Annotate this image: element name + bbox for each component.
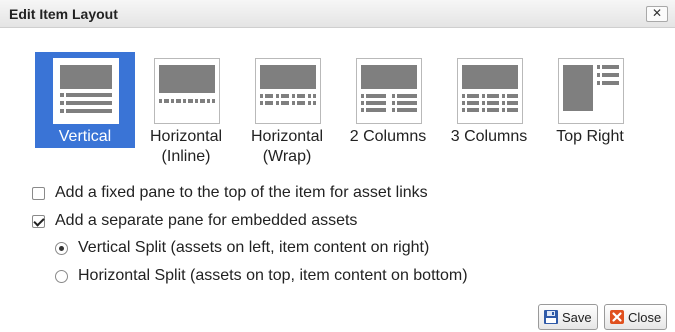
layout-option-two-columns[interactable]: 2 Columns	[338, 52, 438, 172]
vertical-split-option[interactable]: Vertical Split (assets on left, item con…	[55, 238, 429, 258]
fixed-pane-checkbox[interactable]	[32, 186, 45, 200]
fixed-pane-option[interactable]: Add a fixed pane to the top of the item …	[32, 183, 428, 203]
vertical-split-radio[interactable]	[55, 241, 68, 255]
close-icon	[610, 310, 624, 324]
three-columns-layout-icon	[457, 58, 523, 124]
layout-option-horizontal-wrap[interactable]: Horizontal (Wrap)	[237, 52, 337, 172]
separate-pane-label: Add a separate pane for embedded assets	[55, 212, 358, 229]
close-label: Close	[628, 309, 662, 325]
vertical-split-label: Vertical Split (assets on left, item con…	[78, 239, 430, 256]
edit-item-layout-dialog: Edit Item Layout ✕ Vertical Horizontal (…	[0, 0, 675, 332]
dialog-titlebar: Edit Item Layout ✕	[0, 0, 675, 28]
close-button[interactable]: Close	[604, 304, 668, 330]
layout-options: Vertical Horizontal (Inline) Horizontal …	[35, 52, 655, 172]
layout-option-three-columns[interactable]: 3 Columns	[439, 52, 539, 172]
layout-option-vertical[interactable]: Vertical	[35, 52, 135, 172]
horizontal-wrap-layout-icon	[255, 58, 321, 124]
vertical-layout-icon	[53, 58, 119, 124]
horizontal-split-radio[interactable]	[55, 269, 68, 283]
horizontal-split-label: Horizontal Split (assets on top, item co…	[78, 267, 468, 284]
fixed-pane-label: Add a fixed pane to the top of the item …	[55, 184, 428, 201]
top-right-layout-icon	[558, 58, 624, 124]
layout-option-label: Top Right	[556, 128, 624, 145]
separate-pane-checkbox[interactable]	[32, 214, 45, 228]
two-columns-layout-icon	[356, 58, 422, 124]
save-button[interactable]: Save	[538, 304, 598, 330]
save-label: Save	[562, 309, 592, 325]
layout-option-horizontal-inline[interactable]: Horizontal (Inline)	[136, 52, 236, 172]
dialog-title: Edit Item Layout	[9, 6, 118, 22]
floppy-disk-icon	[544, 310, 558, 324]
horizontal-inline-layout-icon	[154, 58, 220, 124]
separate-pane-option[interactable]: Add a separate pane for embedded assets	[32, 211, 357, 231]
layout-option-top-right[interactable]: Top Right	[540, 52, 640, 172]
close-icon[interactable]: ✕	[646, 6, 668, 22]
horizontal-split-option[interactable]: Horizontal Split (assets on top, item co…	[55, 266, 468, 286]
